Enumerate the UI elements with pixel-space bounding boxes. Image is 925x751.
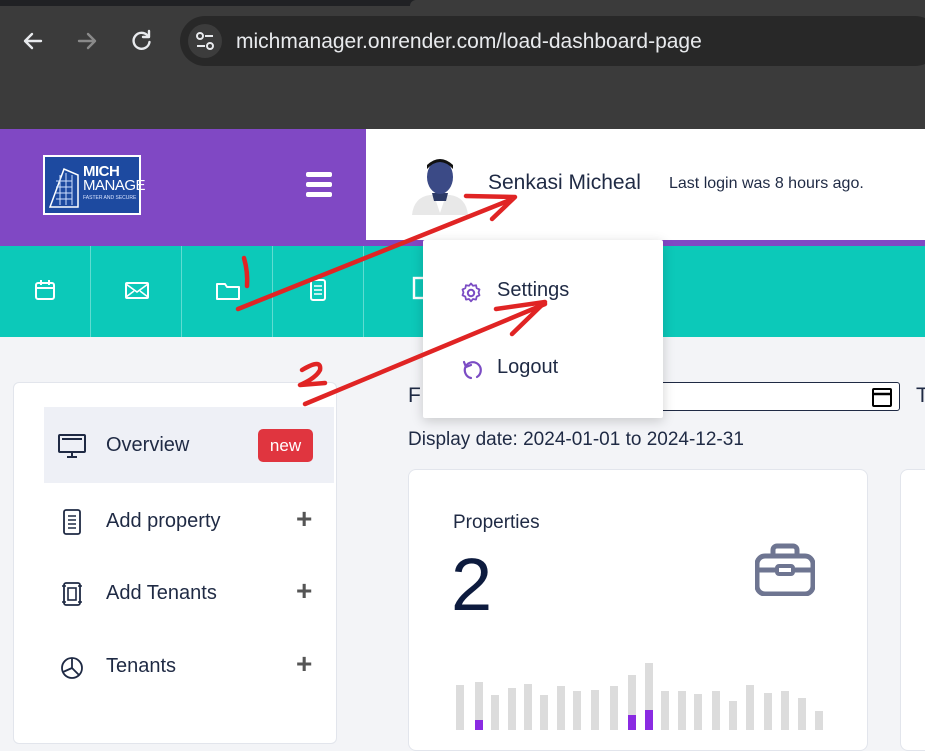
folder-button[interactable] [182,246,273,337]
add-tenants-plus-icon[interactable]: + [296,575,312,607]
brand-header: MICH MANAGE FASTER AND SECURE [0,129,366,246]
calendar-icon[interactable] [871,386,893,408]
sidebar-item-add-property[interactable]: Add property + [44,483,334,559]
display-date-text: Display date: 2024-01-01 to 2024-12-31 [408,429,744,450]
logo-line2: MANAGE [83,177,146,194]
document-icon [310,279,326,301]
url-text: michmanager.onrender.com/load-dashboard-… [236,30,702,53]
browser-bookmarks-area [0,78,925,129]
address-bar[interactable]: michmanager.onrender.com/load-dashboard-… [180,16,925,66]
monitor-icon [58,434,86,458]
sidebar-item-tenants[interactable]: Tenants + [44,628,334,704]
pie-icon [61,657,83,679]
logout-icon [462,360,482,380]
avatar-image [410,155,470,215]
tenants-plus-icon[interactable]: + [296,648,312,680]
new-badge: new [258,429,313,462]
sidebar-item-label: Tenants [106,655,177,677]
add-property-plus-icon[interactable]: + [296,503,312,535]
sidebar-item-label: Overview [106,434,190,456]
properties-card: Properties 2 [408,469,868,751]
folder-icon [216,283,240,300]
avatar[interactable] [410,155,470,215]
username[interactable]: Senkasi Micheal [488,171,641,195]
mail-icon [125,282,149,299]
reload-button[interactable] [128,28,154,54]
sidebar-item-add-tenants[interactable]: Add Tenants + [44,555,334,631]
hamburger-bar [306,172,332,177]
browser-chrome: michmanager.onrender.com/load-dashboard-… [0,0,925,129]
building-icon [48,167,79,208]
document-button[interactable] [273,246,364,337]
secondary-card [900,469,925,751]
site-info-button[interactable] [188,24,222,58]
last-login-text: Last login was 8 hours ago. [669,175,864,192]
arrow-right-icon [77,32,97,50]
dropdown-item-settings[interactable]: Settings [459,271,649,311]
calendar-icon [35,280,55,300]
calendar-button[interactable] [0,246,91,337]
browser-toolbar: michmanager.onrender.com/load-dashboard-… [0,6,925,78]
forward-button[interactable] [74,28,100,54]
menu-toggle-button[interactable] [306,172,332,200]
sidebar-item-label: Add Tenants [106,582,217,604]
reload-icon [132,29,151,50]
user-header: Senkasi Micheal Last login was 8 hours a… [366,129,925,240]
square-button[interactable] [364,246,436,337]
sidebar-item-overview[interactable]: Overview new [44,407,334,483]
tune-icon [196,32,214,50]
from-label: F [408,384,421,407]
sparkline-chart [456,663,823,730]
gear-icon [461,282,481,303]
to-label: T [916,384,925,407]
sidebar-item-label: Add property [106,510,221,532]
dropdown-item-logout[interactable]: Logout [459,348,649,388]
logo-tagline: FASTER AND SECURE [83,195,137,201]
logo[interactable]: MICH MANAGE FASTER AND SECURE [43,155,146,215]
hamburger-bar [306,182,332,187]
dropdown-item-label: Logout [497,356,559,378]
arrow-left-icon [23,32,43,50]
sidebar: Overview new Add property + Add Tenants … [13,382,337,744]
user-dropdown-menu: Settings Logout [423,240,663,418]
back-button[interactable] [20,28,46,54]
frame-icon [62,582,82,606]
hamburger-bar [306,192,332,197]
mail-button[interactable] [91,246,182,337]
document-icon [63,509,81,535]
dropdown-item-label: Settings [497,279,570,301]
